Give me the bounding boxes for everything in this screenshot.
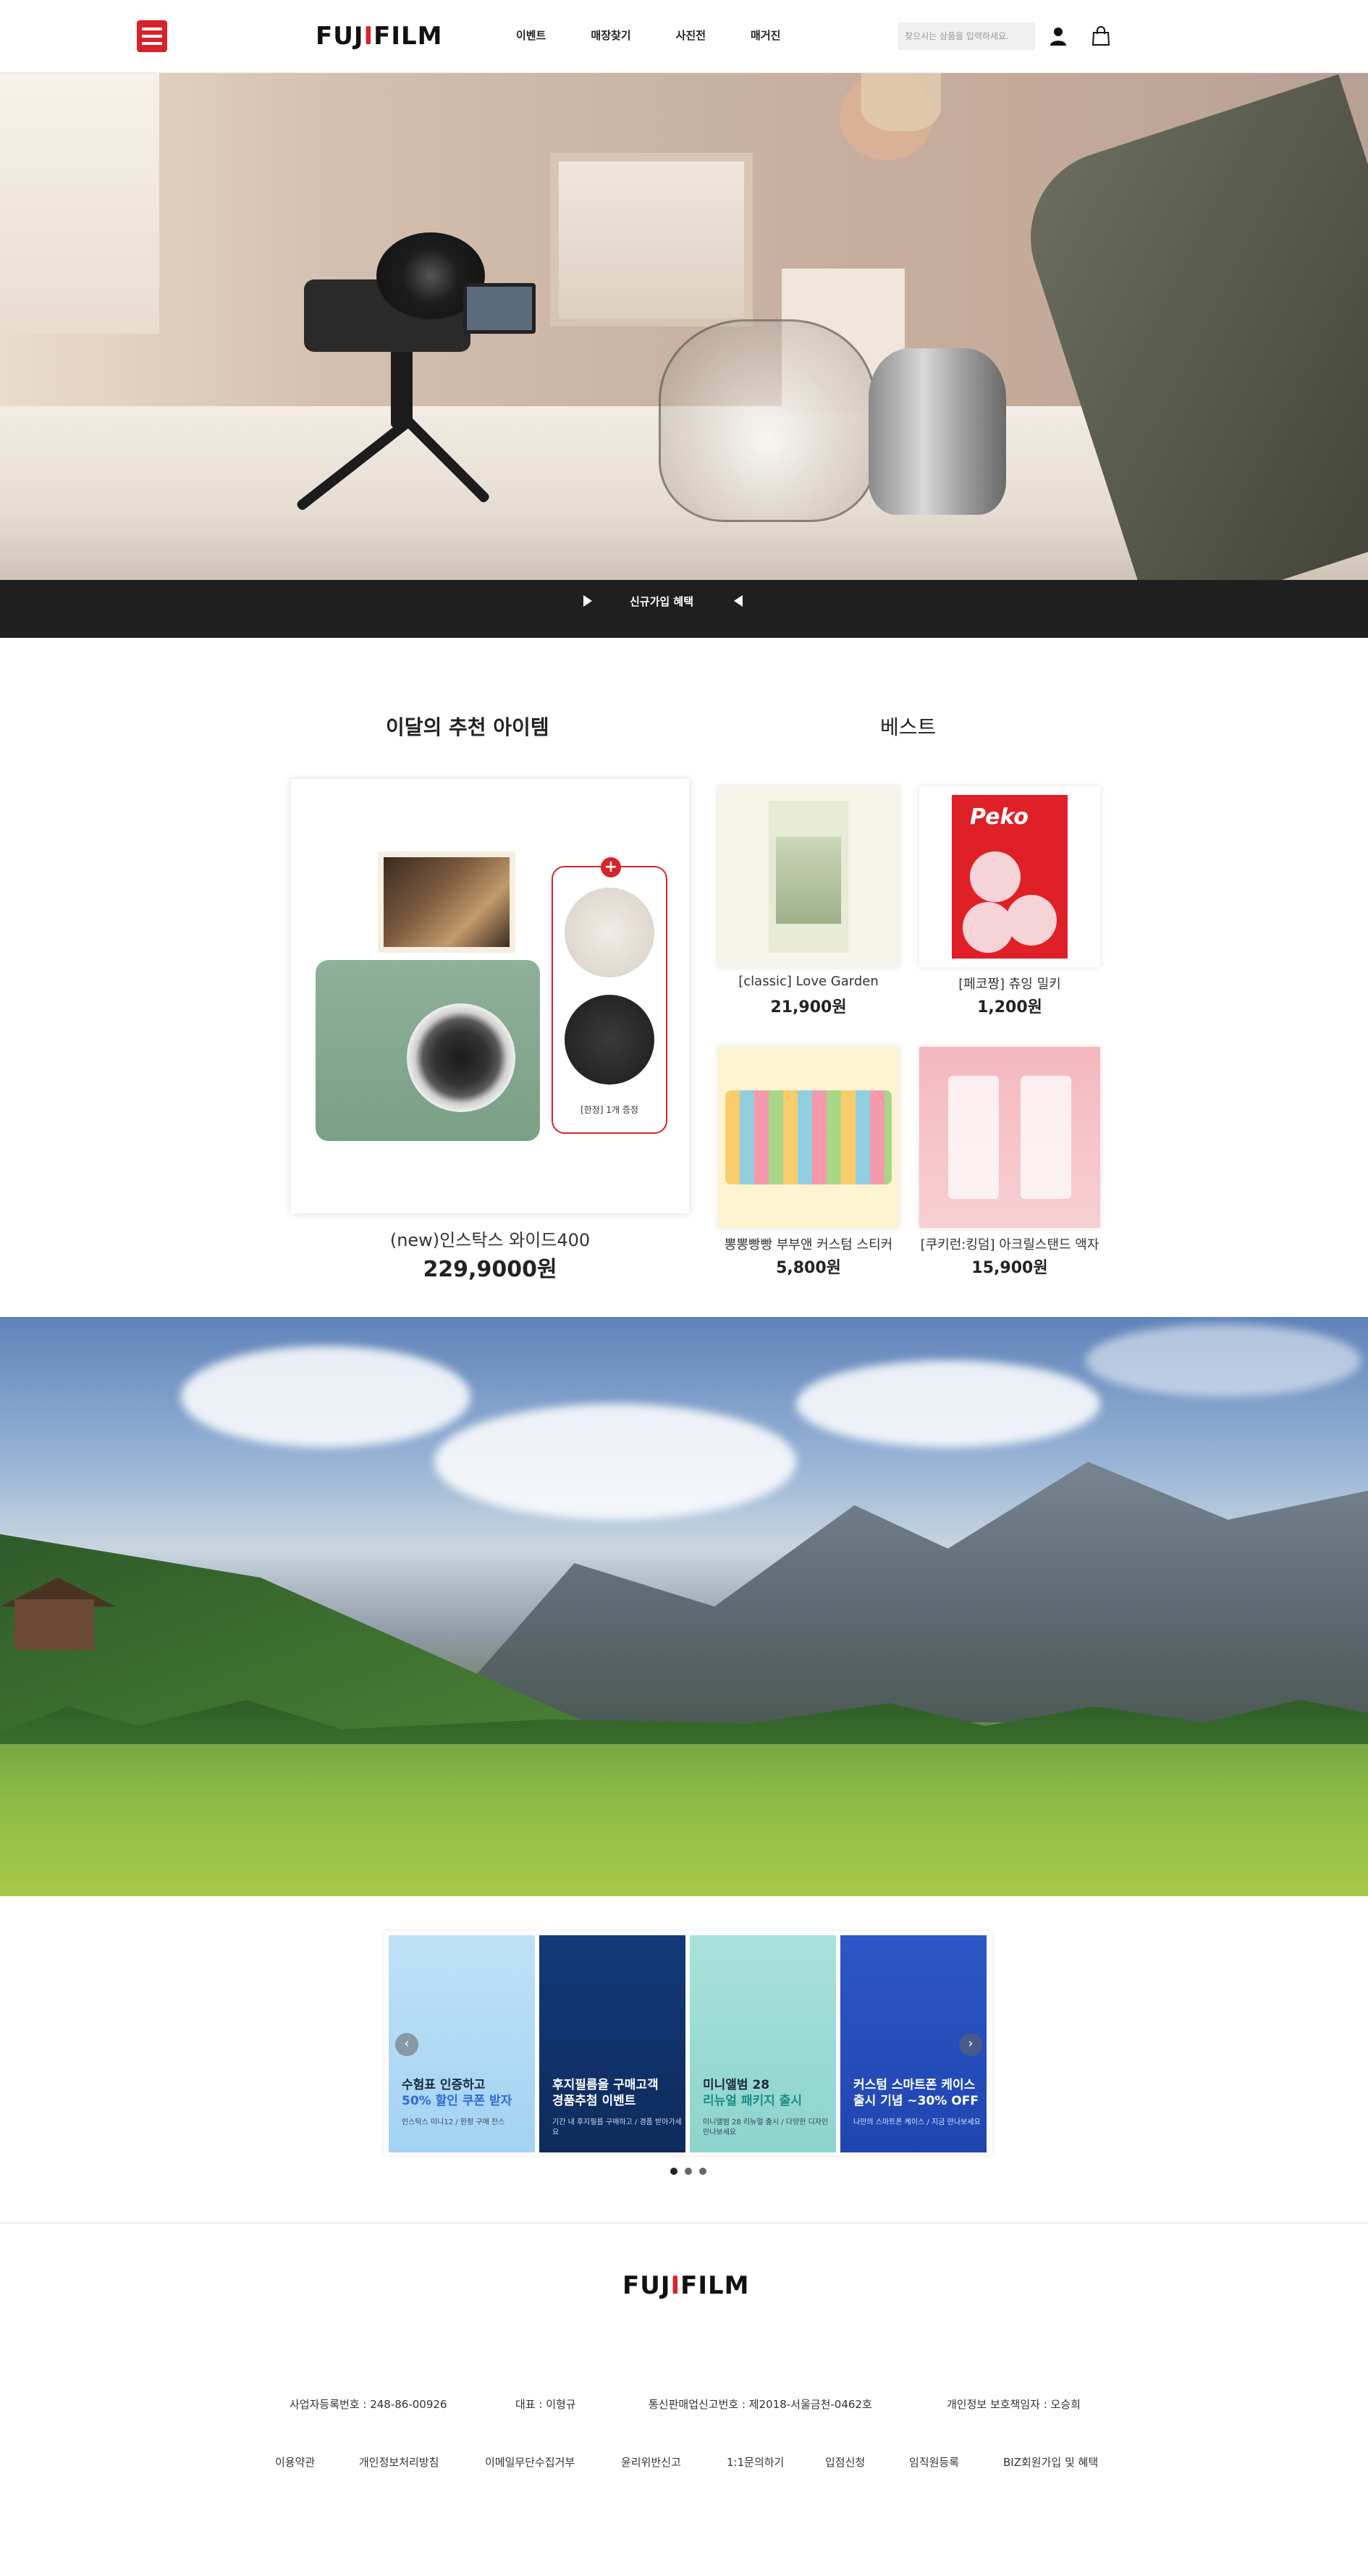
cloud: [434, 1404, 796, 1520]
featured-product-name[interactable]: (new)인스탁스 와이드400: [291, 1226, 689, 1251]
cloud: [181, 1346, 470, 1447]
carousel-prev-button[interactable]: ‹: [395, 2033, 418, 2056]
footer-link-inquiry[interactable]: 1:1문의하기: [727, 2454, 784, 2470]
business-number: 사업자등록번호 : 248-86-00926: [290, 2398, 447, 2411]
carousel-pagination: [670, 2168, 706, 2175]
instax-photo-print: [378, 851, 515, 953]
featured-product-price: 229,9000원: [423, 1257, 557, 1282]
footer-link-privacy[interactable]: 개인정보처리방침: [359, 2454, 439, 2470]
best-product-card[interactable]: [718, 1047, 899, 1228]
footer-link-store-apply[interactable]: 입점신청: [825, 2454, 865, 2470]
event-slide-title: 수험표 인증하고 50% 할인 쿠폰 받자: [402, 2078, 512, 2109]
carousel-dot[interactable]: [670, 2168, 677, 2175]
product-image: [725, 1090, 892, 1184]
featured-product-card[interactable]: + [한정] 1개 증정: [291, 779, 689, 1213]
event-slide-subtitle: 기간 내 후지필름 구매하고 / 경품 받아가세요: [552, 2118, 682, 2137]
menu-line-icon: [142, 42, 162, 45]
privacy-officer: 개인정보 보호책임자 : 오승희: [947, 2398, 1081, 2411]
best-product-price: 21,900원: [770, 998, 847, 1016]
hero-glass-kettle: [659, 319, 876, 522]
mail-order-number: 통신판매업신고번호 : 제2018-서울금천-0462호: [649, 2398, 872, 2411]
menu-line-icon: [142, 35, 162, 38]
bonus-pouch-image: [565, 888, 654, 977]
instax-lens: [407, 1003, 515, 1112]
heart-shape: [1006, 895, 1057, 946]
hero-metal-pot: [869, 348, 1006, 515]
cloud: [1086, 1324, 1361, 1397]
event-carousel: 수험표 인증하고 50% 할인 쿠폰 받자 인스탁스 미니12 / 한정 구매 …: [384, 1931, 992, 2155]
hamburger-menu-button[interactable]: [137, 20, 167, 52]
best-product-card[interactable]: [718, 786, 899, 967]
meadow: [0, 1744, 1368, 1896]
site-logo[interactable]: FUJIFILM: [316, 22, 443, 51]
hero-banner-label[interactable]: 신규가입 혜택: [630, 594, 693, 609]
shopping-bag-icon[interactable]: [1092, 26, 1110, 46]
event-slide-subtitle: 미니앨범 28 리뉴얼 출시 / 다양한 디자인 만나보세요: [703, 2118, 829, 2137]
prev-arrow-icon[interactable]: [734, 595, 743, 607]
best-product-name[interactable]: [classic] Love Garden: [718, 974, 899, 989]
cloud: [796, 1360, 1100, 1447]
best-product-price: 15,900원: [971, 1259, 1048, 1277]
heart-shape: [970, 851, 1021, 902]
best-product-name[interactable]: 뽕뽕빵빵 부부앤 커스텀 스티커: [718, 1234, 899, 1253]
house: [14, 1599, 94, 1650]
ceo-name: 대표 : 이형규: [515, 2398, 576, 2411]
carousel-dot[interactable]: [699, 2168, 706, 2175]
best-product-card[interactable]: [919, 1047, 1100, 1228]
landscape-banner-image[interactable]: [0, 1317, 1368, 1896]
site-header: FUJIFILM 이벤트 매장찾기 사진전 매거진: [0, 0, 1368, 73]
menu-line-icon: [142, 28, 162, 30]
bonus-label: [한정] 1개 증정: [580, 1105, 638, 1115]
carousel-dot[interactable]: [685, 2168, 692, 2175]
best-product-price: 1,200원: [977, 998, 1042, 1016]
hero-banner-image[interactable]: [0, 73, 1368, 580]
event-slide-title: 커스텀 스마트폰 케이스 출시 기념 ~30% OFF: [853, 2078, 979, 2109]
footer-link-biz-signup[interactable]: BIZ회원가입 및 혜택: [1003, 2454, 1098, 2470]
event-slide-subtitle: 나만의 스마트폰 케이스 / 지금 만나보세요: [853, 2118, 981, 2126]
best-product-name[interactable]: [페코짱] 츄잉 밀키: [919, 974, 1100, 993]
best-product-price: 5,800원: [776, 1259, 841, 1277]
heart-shape: [963, 902, 1013, 953]
event-slide[interactable]: 후지필름을 구매고객 경품추첨 이벤트 기간 내 후지필름 구매하고 / 경품 …: [539, 1935, 685, 2152]
carousel-next-button[interactable]: ›: [959, 2033, 982, 2056]
hero-glass: [861, 73, 941, 131]
event-slide-title: 미니앨범 28 리뉴얼 패키지 출시: [703, 2078, 802, 2109]
footer-logo[interactable]: FUJIFILM: [622, 2271, 750, 2300]
peko-logo: Peko: [970, 804, 1029, 830]
hero-window: [0, 73, 159, 334]
footer-link-employee-register[interactable]: 임직원등록: [909, 2454, 959, 2470]
nav-item-event[interactable]: 이벤트: [516, 28, 546, 43]
product-image: [948, 1076, 999, 1199]
product-image: [776, 837, 841, 924]
plus-icon: +: [601, 857, 621, 877]
footer-link-ethics-report[interactable]: 윤리위반신고: [621, 2454, 681, 2470]
play-icon[interactable]: [583, 595, 592, 607]
best-section-title: 베스트: [880, 715, 937, 739]
footer-link-terms[interactable]: 이용약관: [275, 2454, 315, 2470]
user-icon[interactable]: [1050, 26, 1067, 46]
best-product-card[interactable]: Peko: [919, 786, 1100, 967]
recommend-section-title: 이달의 추천 아이템: [386, 715, 549, 739]
product-image: [1021, 1076, 1071, 1199]
bonus-stand-image: [565, 995, 654, 1085]
main-nav: 이벤트 매장찾기 사진전 매거진: [516, 28, 825, 43]
nav-item-store-finder[interactable]: 매장찾기: [591, 28, 630, 43]
best-product-name[interactable]: [쿠키런:킹덤] 아크릴스탠드 액자: [919, 1234, 1100, 1253]
nav-item-magazine[interactable]: 매거진: [751, 28, 780, 43]
hero-window: [550, 153, 753, 327]
search-input[interactable]: [898, 22, 1035, 50]
event-slide-subtitle: 인스탁스 미니12 / 한정 구매 찬스: [402, 2118, 505, 2126]
hero-camera-screen: [463, 283, 536, 334]
event-slide[interactable]: 미니앨범 28 리뉴얼 패키지 출시 미니앨범 28 리뉴얼 출시 / 다양한 …: [690, 1935, 836, 2152]
hero-control-bar: [0, 580, 1368, 638]
event-slide-title: 후지필름을 구매고객 경품추첨 이벤트: [552, 2078, 659, 2109]
footer-link-email-refusal[interactable]: 이메일무단수집거부: [485, 2454, 575, 2470]
nav-item-exhibition[interactable]: 사진전: [676, 28, 706, 43]
